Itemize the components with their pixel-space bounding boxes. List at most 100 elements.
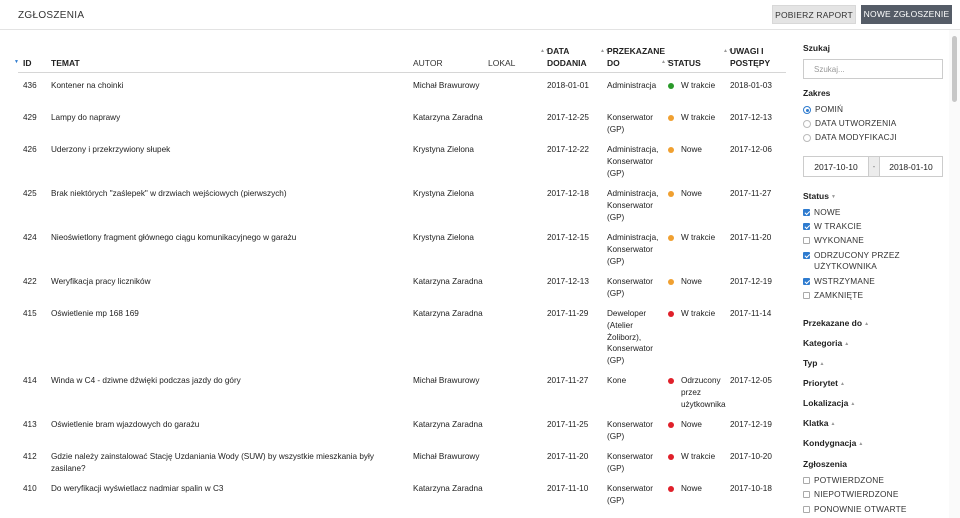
status-option-paused[interactable]: WSTRZYMANE (814, 276, 875, 287)
filter-label: Lokalizacja (803, 398, 849, 408)
row-topic[interactable]: Kontener na choinki (51, 80, 406, 92)
tickets-option-reopened[interactable]: PONOWNIE OTWARTE (814, 504, 907, 515)
row-date: 2017-12-13 (547, 277, 589, 286)
range-option-skip[interactable]: POMIŃ (815, 104, 843, 115)
row-topic[interactable]: Do weryfikacji wyświetlacz nadmiar spali… (51, 483, 406, 495)
row-topic[interactable]: Weryfikacja pracy liczników (51, 276, 406, 288)
row-topic[interactable]: Brak niektórych "zaślepek" w drzwiach we… (51, 188, 406, 200)
scrollbar-track[interactable] (949, 30, 960, 518)
status-dot (668, 454, 674, 460)
column-header-status[interactable]: STATUS (668, 57, 701, 69)
row-id: 426 (23, 145, 37, 154)
column-header-uwagi[interactable]: UWAGI I POSTĘPY (730, 45, 770, 69)
status-option-in-progress[interactable]: W TRAKCIE (814, 221, 862, 232)
row-assigned-to: Konserwator (GP) (607, 277, 653, 298)
filter-staircase[interactable]: Klatka ▲ (803, 418, 835, 428)
filter-category[interactable]: Kategoria ▲ (803, 338, 849, 348)
row-assigned-to: Administracja (607, 81, 657, 90)
row-id: 424 (23, 233, 37, 242)
chevron-up-icon: ▲ (844, 341, 850, 347)
status-text: W trakcie (681, 452, 716, 461)
chevron-up-icon: ▲ (858, 441, 864, 447)
status-option-rejected[interactable]: ODRZUCONY PRZEZ UŻYTKOWNIKA (814, 250, 914, 272)
range-radio-modified[interactable] (803, 134, 811, 142)
column-header-id[interactable]: ID (23, 57, 32, 69)
range-radio-created[interactable] (803, 120, 811, 128)
status-option-closed[interactable]: ZAMKNIĘTE (814, 290, 863, 301)
filter-label: Klatka (803, 418, 829, 428)
tickets-checkbox-unconfirmed[interactable] (803, 491, 810, 498)
filter-floor[interactable]: Kondygnacja ▲ (803, 438, 863, 448)
row-author: Katarzyna Zaradna (413, 484, 483, 493)
status-dot (668, 235, 674, 241)
row-status: W trakcie (668, 112, 726, 124)
date-from-input[interactable] (803, 156, 869, 177)
column-header-przekazane-line1: PRZEKAZANE (607, 46, 666, 56)
range-option-created[interactable]: DATA UTWORZENIA (815, 118, 897, 129)
range-option-modified[interactable]: DATA MODYFIKACJI (815, 132, 897, 143)
status-checkbox-closed[interactable] (803, 292, 810, 299)
range-radio-skip[interactable] (803, 106, 811, 114)
date-to-input[interactable] (879, 156, 943, 177)
filter-location[interactable]: Lokalizacja ▲ (803, 398, 855, 408)
tickets-filter-label: Zgłoszenia (803, 459, 847, 469)
status-checkbox-paused[interactable] (803, 278, 810, 285)
search-input[interactable] (803, 59, 943, 79)
row-progress-date: 2017-10-20 (730, 452, 772, 461)
row-topic[interactable]: Lampy do naprawy (51, 112, 406, 124)
status-dot (668, 378, 674, 384)
tickets-option-unconfirmed[interactable]: NIEPOTWIERDZONE (814, 489, 899, 500)
column-header-przekazane[interactable]: PRZEKAZANE DO (607, 45, 665, 69)
row-status: W trakcie (668, 451, 726, 463)
row-topic[interactable]: Gdzie należy zainstalować Stację Uzdania… (51, 451, 406, 475)
tickets-option-confirmed[interactable]: POTWIERDZONE (814, 475, 884, 486)
row-assigned-to: Administracja, Konserwator (GP) (607, 233, 659, 266)
row-author: Michał Brawurowy (413, 81, 480, 90)
status-checkbox-new[interactable] (803, 209, 810, 216)
status-checkbox-in-progress[interactable] (803, 223, 810, 230)
column-header-date[interactable]: DATA DODANIA (547, 45, 587, 69)
status-text: W trakcie (681, 309, 716, 318)
status-dot (668, 279, 674, 285)
row-topic[interactable]: Nieoświetlony fragment głównego ciągu ko… (51, 232, 406, 244)
row-assigned-to: Administracja, Konserwator (GP) (607, 145, 659, 178)
row-status: Nowe (668, 276, 726, 288)
status-option-done[interactable]: WYKONANE (814, 235, 864, 246)
status-dot (668, 422, 674, 428)
row-author: Katarzyna Zaradna (413, 113, 483, 122)
row-date: 2017-12-25 (547, 113, 589, 122)
row-topic[interactable]: Oświetlenie bram wjazdowych do garażu (51, 419, 406, 431)
row-topic[interactable]: Oświetlenie mp 168 169 (51, 308, 406, 320)
row-assigned-to: Konserwator (GP) (607, 420, 653, 441)
column-header-topic[interactable]: TEMAT (51, 57, 80, 69)
status-checkbox-rejected[interactable] (803, 252, 810, 259)
filter-assigned-to[interactable]: Przekazane do ▲ (803, 318, 869, 328)
filter-type[interactable]: Typ ▲ (803, 358, 824, 368)
status-filter-toggle[interactable]: Status ▼ (803, 191, 836, 201)
row-topic[interactable]: Uderzony i przekrzywiony słupek (51, 144, 406, 156)
filter-priority[interactable]: Priorytet ▲ (803, 378, 845, 388)
row-status: Nowe (668, 419, 726, 431)
tickets-checkbox-reopened[interactable] (803, 506, 810, 513)
chevron-down-icon: ▼ (830, 194, 836, 200)
row-assigned-to: Kone (607, 376, 627, 385)
row-status: Odrzucony przez użytkownika (668, 375, 726, 410)
tickets-checkbox-confirmed[interactable] (803, 477, 810, 484)
download-report-button[interactable]: POBIERZ RAPORT (772, 5, 856, 24)
row-topic[interactable]: Winda w C4 - dziwne dźwięki podczas jazd… (51, 375, 406, 387)
row-progress-date: 2017-12-05 (730, 376, 772, 385)
row-date: 2017-12-22 (547, 145, 589, 154)
row-author: Katarzyna Zaradna (413, 420, 483, 429)
sort-desc-icon[interactable]: ▼ (14, 59, 19, 65)
search-label: Szukaj (803, 43, 830, 53)
new-ticket-button[interactable]: NOWE ZGŁOSZENIE (861, 5, 952, 24)
status-checkbox-done[interactable] (803, 237, 810, 244)
row-progress-date: 2017-12-13 (730, 113, 772, 122)
row-author: Krystyna Zielona (413, 145, 474, 154)
row-date: 2017-12-18 (547, 189, 589, 198)
row-id: 410 (23, 484, 37, 493)
scrollbar-thumb[interactable] (952, 36, 957, 102)
row-assigned-to: Deweloper (Atelier Żoliborz), Konserwato… (607, 309, 653, 366)
row-date: 2018-01-01 (547, 81, 589, 90)
status-option-new[interactable]: NOWE (814, 207, 841, 218)
